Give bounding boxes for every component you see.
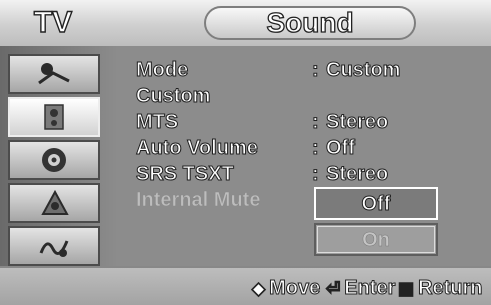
- move-label: Move: [269, 277, 321, 300]
- page-title: Sound: [266, 7, 354, 38]
- bottom-bar: ◆ Move ⏎ Enter ▥ Return: [0, 266, 491, 305]
- row-value: Stereo: [325, 163, 389, 186]
- row-label: MTS: [135, 111, 179, 134]
- internal-mute-dropdown[interactable]: Off On: [314, 187, 438, 257]
- row-value: Off: [326, 137, 356, 160]
- tv-tab-label[interactable]: TV: [8, 4, 98, 42]
- return-hint: ▥ Return: [397, 274, 483, 302]
- enter-hint: ⏎ Enter: [325, 274, 396, 302]
- sidebar-item-sound[interactable]: [8, 97, 100, 137]
- row-label: Auto Volume: [136, 137, 259, 160]
- sidebar: [0, 46, 118, 266]
- sidebar-item-setup[interactable]: [8, 183, 100, 223]
- menu-row-mode[interactable]: Mode : Custom: [135, 58, 476, 82]
- row-colon: :: [312, 163, 320, 186]
- menu-row-mts[interactable]: MTS : Stereo: [135, 110, 476, 134]
- row-value: Custom: [325, 59, 401, 82]
- move-icon: ◆: [251, 279, 266, 299]
- row-colon: :: [312, 59, 320, 82]
- menu-row-srs-tsxt[interactable]: SRS TSXT : Stereo: [136, 162, 476, 186]
- row-label: SRS TSXT: [136, 163, 235, 186]
- setup-icon: [41, 189, 69, 215]
- title-pill: Sound: [204, 6, 416, 40]
- return-icon: ▥: [397, 279, 415, 299]
- picture-icon: [38, 63, 70, 85]
- menu-row-auto-volume[interactable]: Auto Volume : Off: [136, 136, 476, 160]
- row-value: Stereo: [325, 111, 389, 134]
- sidebar-item-channel[interactable]: [8, 140, 100, 180]
- dropdown-option-on[interactable]: On: [314, 223, 438, 256]
- row-colon: :: [312, 137, 320, 160]
- row-label: Custom: [135, 85, 211, 108]
- dropdown-option-off[interactable]: Off: [314, 187, 438, 220]
- sidebar-item-picture[interactable]: [8, 54, 100, 94]
- menu-row-custom[interactable]: Custom: [135, 84, 476, 108]
- enter-icon: ⏎: [325, 279, 341, 299]
- sound-icon: [44, 104, 64, 130]
- top-bar: TV Sound: [0, 0, 491, 48]
- sidebar-item-input[interactable]: [8, 226, 100, 266]
- row-colon: :: [312, 111, 320, 134]
- row-label: Mode: [135, 59, 189, 82]
- row-label: Internal Mute: [136, 189, 261, 212]
- tv-menu-screen: TV Sound Mode: Custom Custom MTS: Ster…: [0, 0, 491, 305]
- return-label: Return: [418, 277, 483, 300]
- enter-label: Enter: [344, 277, 396, 300]
- move-hint: ◆ Move: [251, 274, 321, 302]
- channel-icon: [42, 148, 66, 172]
- input-icon: [39, 240, 69, 257]
